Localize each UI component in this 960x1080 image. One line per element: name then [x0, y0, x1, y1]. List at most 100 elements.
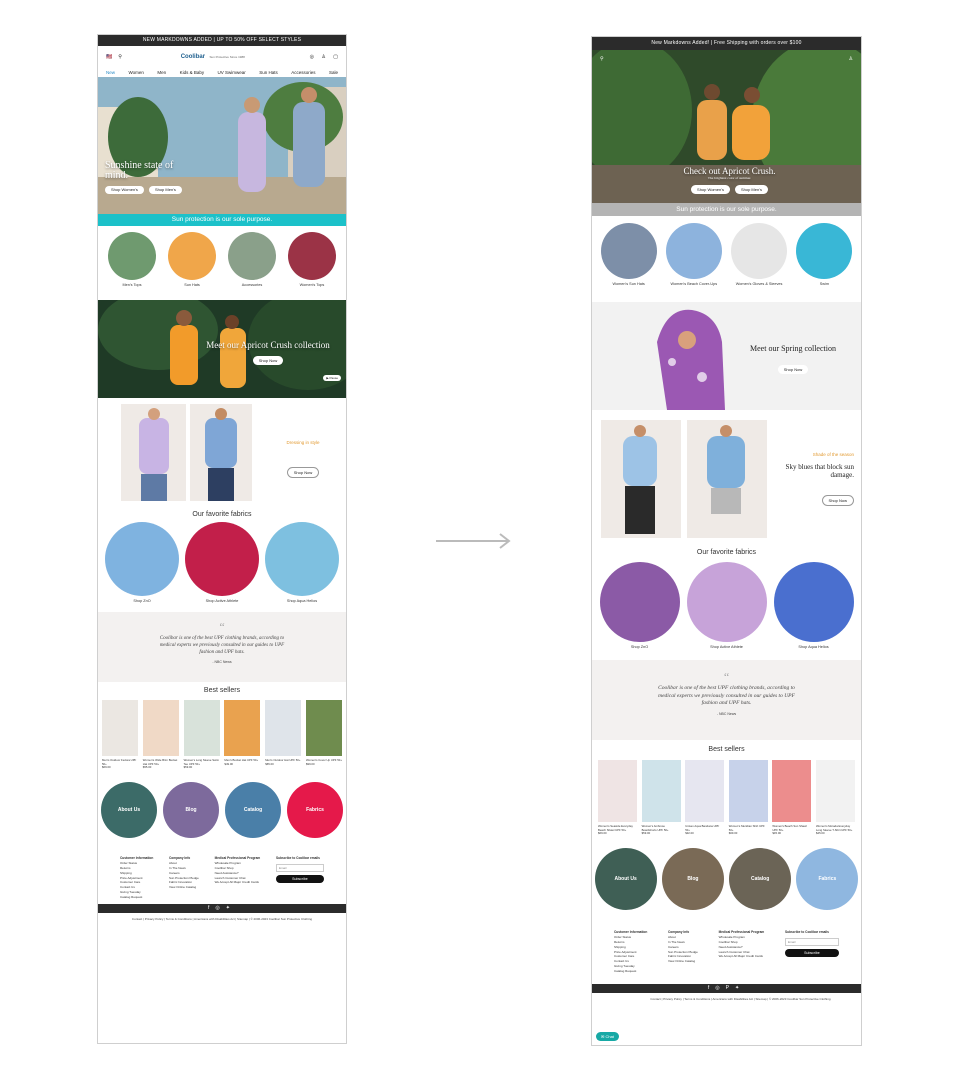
circles-item[interactable]: Men's Tops — [105, 232, 159, 287]
category-link-1[interactable]: Women — [128, 68, 143, 77]
shop-mens-button[interactable]: Shop Men's — [734, 185, 768, 194]
fabrics-item[interactable]: Shop ZnO — [597, 562, 683, 649]
footer-link[interactable]: Catalog Request — [614, 969, 647, 974]
instagram-icon[interactable]: ◎ — [715, 985, 725, 991]
info-circle[interactable]: About Us — [594, 848, 657, 910]
shop-mens-button[interactable]: Shop Men's — [148, 186, 182, 194]
play-icon[interactable]: ▶ Pause — [323, 375, 341, 381]
product-card[interactable]: Unisex Aqua Bandana UPF 50+ $32.00 — [685, 760, 725, 848]
account-icon[interactable]: ♙ — [321, 54, 325, 60]
product-card[interactable]: Women's Beach Sun Shawl UPF 50+ $45.00 — [772, 760, 812, 848]
product-card[interactable]: Women's Seaside Everyday Beach Shawl UPF… — [598, 760, 637, 848]
product-card[interactable]: Women's Wide Brim Bucket Hat UPF 50+ $55.… — [142, 700, 179, 778]
collection-shop-button[interactable]: Shop Now — [252, 356, 284, 365]
product-card[interactable]: Women's Ambrose Boardshorts UPF 50+ $59.0… — [641, 760, 681, 848]
info-circle[interactable]: Catalog — [225, 782, 281, 838]
shop-womens-button[interactable]: Shop Women's — [691, 185, 730, 194]
collection-banner[interactable]: Meet our Apricot Crush collection Shop N… — [98, 300, 346, 398]
product-card[interactable]: Women's Cover Up UPF 50+ $99.00 — [305, 700, 342, 778]
fabrics-item[interactable]: Shop ZnO — [102, 522, 182, 603]
product-image[interactable] — [142, 700, 179, 756]
product-image[interactable] — [685, 760, 725, 822]
pinterest-icon[interactable]: P — [726, 985, 735, 991]
search-icon[interactable]: ⚲ — [600, 56, 604, 62]
product-image[interactable] — [598, 760, 637, 822]
account-icon[interactable]: ♙ — [849, 56, 853, 62]
product-image[interactable] — [305, 700, 342, 756]
womens-model-image[interactable] — [121, 404, 186, 501]
footer-link[interactable]: We Accept All Major Credit Cards — [215, 880, 261, 885]
mens-model-image[interactable] — [687, 420, 767, 538]
footer-link[interactable]: We Accept All Major Credit Cards — [719, 954, 765, 959]
location-icon[interactable]: ◎ — [310, 54, 314, 60]
category-link-4[interactable]: UV Swimwear — [218, 68, 246, 77]
spring-shop-button[interactable]: Shop Now — [777, 365, 809, 374]
info-circle[interactable]: Fabrics — [796, 848, 859, 910]
bag-icon[interactable]: ▢ — [333, 54, 338, 60]
footer-link[interactable]: View Online Catalog — [668, 959, 698, 964]
product-card[interactable]: Women's Meridian Shirt UPF 50+ $69.00 — [728, 760, 768, 848]
footer-link[interactable]: Catalog Request — [120, 895, 153, 900]
promo-bar[interactable]: New Markdowns Added! | Free Shipping wit… — [592, 37, 861, 50]
twitter-icon[interactable]: ✦ — [226, 905, 236, 911]
hero-banner[interactable]: Sunshine state of mind. Shop Women's Sho… — [98, 77, 346, 214]
shop-womens-button[interactable]: Shop Women's — [105, 186, 144, 194]
instagram-icon[interactable]: ◎ — [215, 905, 225, 911]
product-image[interactable] — [641, 760, 681, 822]
category-link-5[interactable]: Sun Hats — [259, 68, 278, 77]
fabrics-item[interactable]: Shop Active Athlete — [684, 562, 770, 649]
purpose-band: Sun protection is our sole purpose. — [98, 214, 346, 226]
product-card[interactable]: Women's Long Sleeve Swim Tee UPF 50+ $59.… — [183, 700, 220, 778]
product-image[interactable] — [102, 700, 138, 756]
flag-icon[interactable]: 🇺🇸 — [106, 54, 112, 60]
product-card[interactable]: Men's Outdoor Hat UPF 50+ $65.00 — [265, 700, 302, 778]
womens-model-image[interactable] — [601, 420, 681, 538]
product-card[interactable]: Men's Outdoor Fedora UPF 50+ $69.00 — [102, 700, 138, 778]
circles-item[interactable]: Women's Beach Cover-Ups — [663, 223, 725, 286]
info-circle[interactable]: Fabrics — [287, 782, 343, 838]
product-image[interactable] — [728, 760, 768, 822]
promo-shop-button[interactable]: Shop Now — [821, 495, 854, 506]
circles-item[interactable]: Swim — [793, 223, 855, 286]
promo-bar[interactable]: NEW MARKDOWNS ADDED | UP TO 50% OFF SELE… — [98, 35, 346, 46]
fabrics-item[interactable]: Shop Aqua Helios — [262, 522, 342, 603]
search-icon[interactable]: ⚲ — [118, 54, 122, 60]
category-link-2[interactable]: Men — [157, 68, 166, 77]
fabrics-item[interactable]: Shop Aqua Helios — [771, 562, 857, 649]
category-link-7[interactable]: Sale — [329, 68, 338, 77]
category-link-0[interactable]: New — [106, 68, 115, 77]
email-field[interactable]: Email — [784, 938, 839, 947]
promo-shop-button[interactable]: Shop Now — [286, 467, 320, 478]
product-image[interactable] — [815, 760, 855, 822]
circles-item[interactable]: Accessories — [225, 232, 279, 287]
product-image[interactable] — [224, 700, 261, 756]
product-card[interactable]: Women's Morada Everyday Long Sleeve T-Sh… — [815, 760, 855, 848]
logo[interactable]: Coolibar — [181, 54, 205, 60]
category-link-6[interactable]: Accessories — [291, 68, 315, 77]
fabrics-item[interactable]: Shop Active Athlete — [182, 522, 262, 603]
circles-item[interactable]: Women's Gloves & Sleeves — [728, 223, 790, 286]
product-image[interactable] — [265, 700, 302, 756]
info-circle[interactable]: Blog — [661, 848, 724, 910]
mens-model-image[interactable] — [190, 404, 252, 501]
circles-item[interactable]: Women's Sun Hats — [598, 223, 660, 286]
legal-links[interactable]: Contact | Privacy Policy | Terms & Condi… — [592, 993, 861, 1001]
product-image[interactable] — [772, 760, 812, 822]
circles-item[interactable]: Sun Hats — [165, 232, 219, 287]
product-card[interactable]: Men's Bucket Hat UPF 50+ $49.00 — [224, 700, 261, 778]
twitter-icon[interactable]: ✦ — [735, 985, 745, 991]
category-link-3[interactable]: Kids & Baby — [180, 68, 205, 77]
email-field[interactable]: Email — [275, 864, 324, 873]
chat-button[interactable]: ✉ Chat — [596, 1032, 619, 1041]
legal-links[interactable]: Contact | Privacy Policy | Terms & Condi… — [98, 913, 346, 921]
info-circle[interactable]: Catalog — [729, 848, 792, 910]
hero-banner[interactable]: ⚲ ♙ Check out Apricot Crush. The brighte… — [592, 50, 861, 203]
info-circle[interactable]: About Us — [101, 782, 157, 838]
footer-link[interactable]: View Online Catalog — [169, 885, 199, 890]
subscribe-button[interactable]: Subscribe — [275, 875, 324, 884]
info-circle[interactable]: Blog — [163, 782, 219, 838]
product-image[interactable] — [183, 700, 220, 756]
circles-item[interactable]: Women's Tops — [285, 232, 339, 287]
subscribe-button[interactable]: Subscribe — [784, 949, 839, 958]
spring-banner[interactable]: Meet our Spring collection Shop Now — [592, 302, 861, 410]
